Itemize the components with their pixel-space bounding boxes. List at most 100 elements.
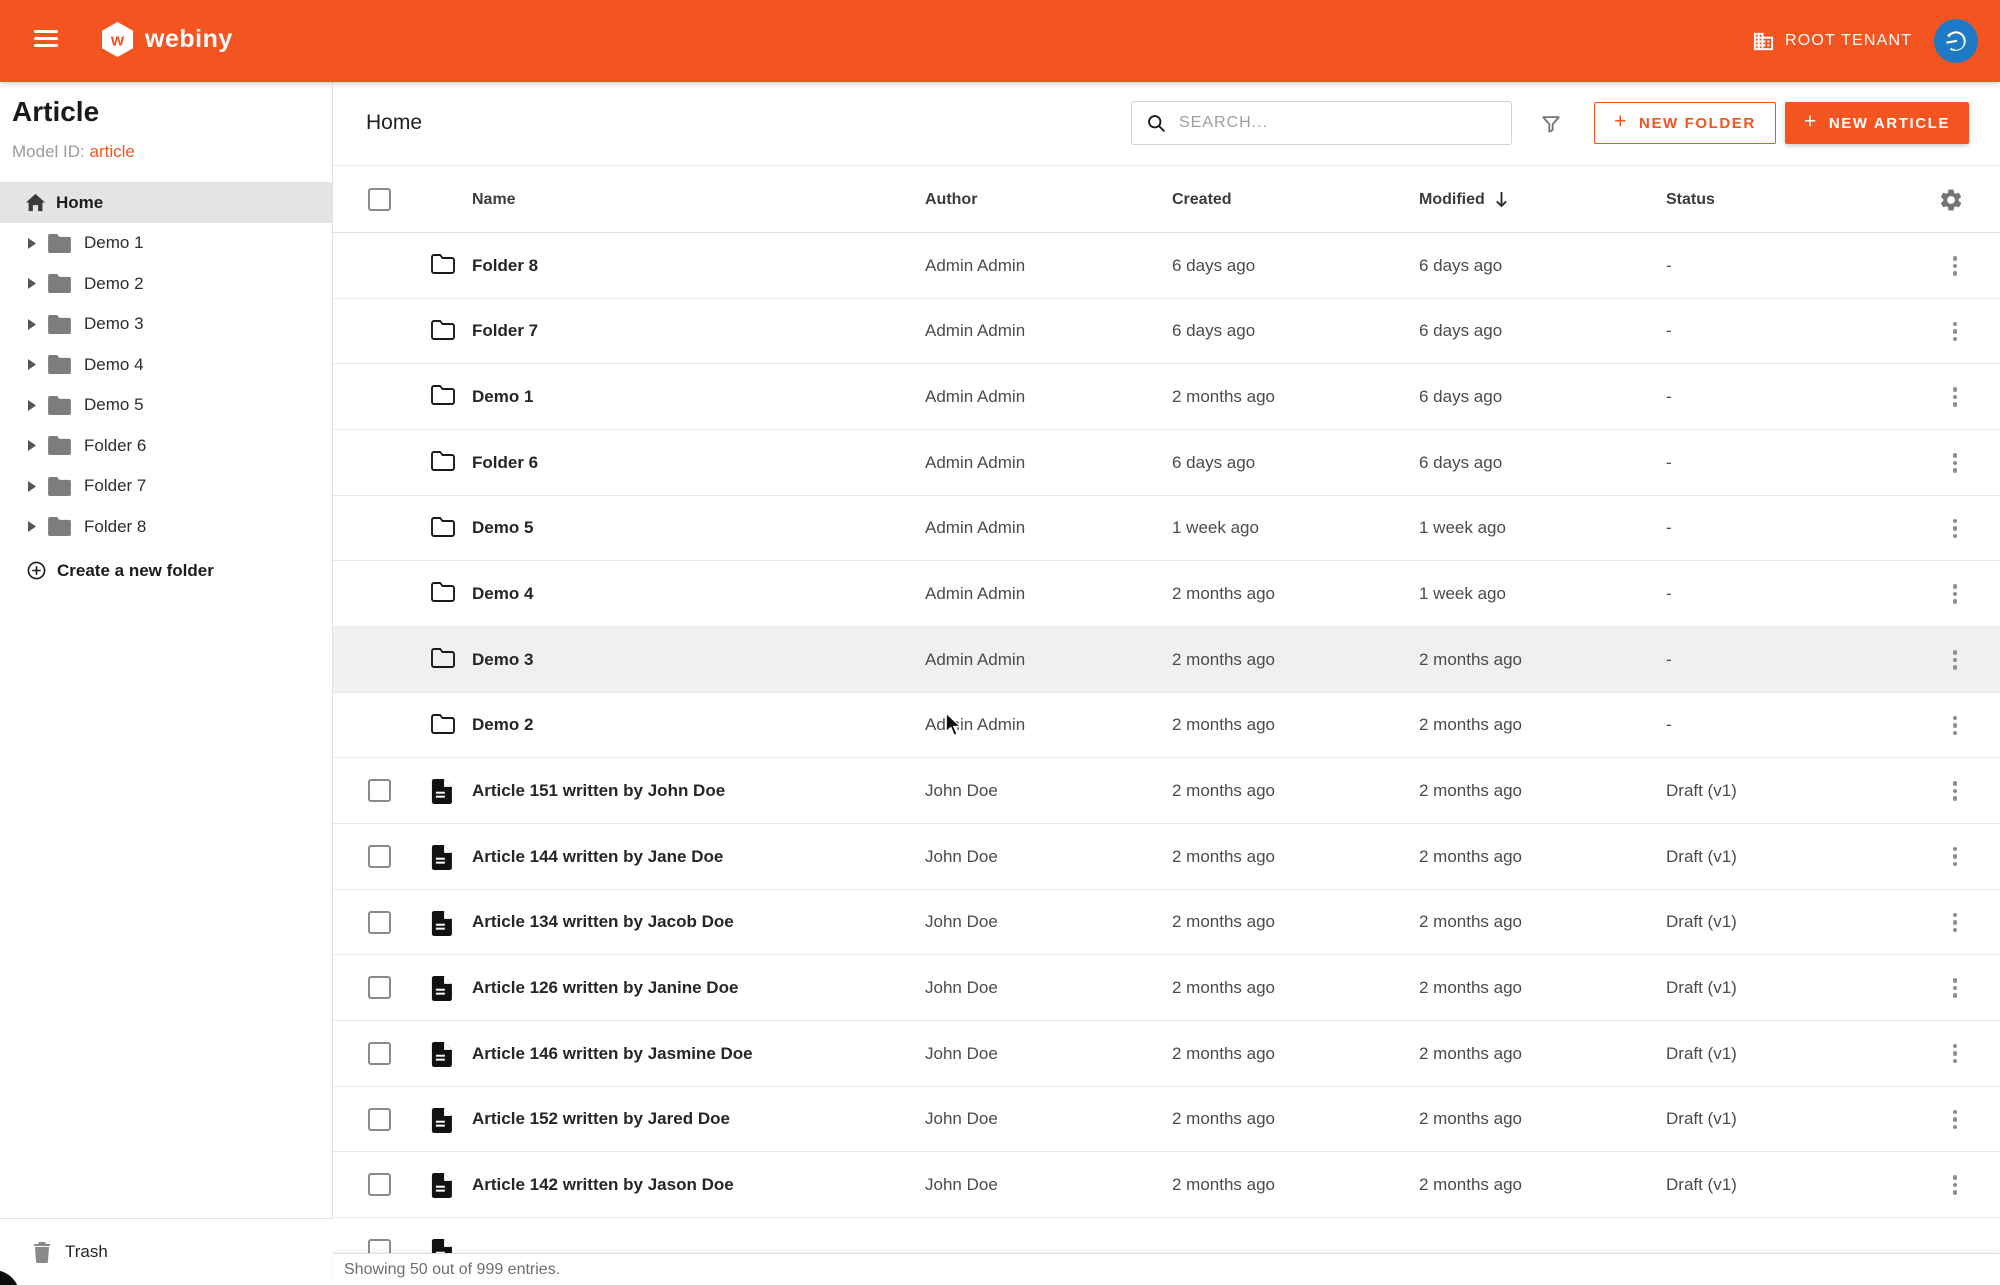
row-menu-kebab-icon[interactable] bbox=[1943, 1152, 1967, 1218]
table-row[interactable]: Folder 6 Admin Admin 6 days ago 6 days a… bbox=[333, 430, 2000, 496]
chevron-right-icon[interactable] bbox=[28, 238, 36, 249]
row-name[interactable]: Article 142 written by Jason Doe bbox=[472, 1152, 734, 1218]
row-menu-kebab-icon[interactable] bbox=[1943, 758, 1967, 824]
sidebar-item-home[interactable]: Home bbox=[0, 182, 333, 223]
table-row[interactable]: Article 152 written by Jared Doe John Do… bbox=[333, 1087, 2000, 1153]
sidebar-folder-label: Demo 3 bbox=[84, 314, 144, 334]
row-name[interactable]: Demo 3 bbox=[472, 627, 533, 693]
row-name[interactable]: Folder 8 bbox=[472, 233, 538, 299]
chevron-right-icon[interactable] bbox=[28, 359, 36, 370]
row-menu-kebab-icon[interactable] bbox=[1943, 430, 1967, 496]
table-settings-gear-icon[interactable] bbox=[1938, 187, 1964, 213]
row-checkbox[interactable] bbox=[368, 1108, 391, 1131]
row-checkbox[interactable] bbox=[368, 779, 391, 802]
row-name[interactable]: Article 146 written by Jasmine Doe bbox=[472, 1021, 753, 1087]
row-menu-kebab-icon[interactable] bbox=[1943, 890, 1967, 956]
row-author: Admin Admin bbox=[925, 233, 1025, 299]
sidebar-folder-item[interactable]: Demo 5 bbox=[0, 385, 333, 426]
chevron-right-icon[interactable] bbox=[28, 521, 36, 532]
row-menu-kebab-icon[interactable] bbox=[1943, 955, 1967, 1021]
row-menu-kebab-icon[interactable] bbox=[1943, 364, 1967, 430]
sidebar-folder-item[interactable]: Demo 2 bbox=[0, 264, 333, 305]
row-name[interactable]: Demo 2 bbox=[472, 693, 533, 759]
chevron-right-icon[interactable] bbox=[28, 481, 36, 492]
table-row[interactable]: Article 126 written by Janine Doe John D… bbox=[333, 955, 2000, 1021]
row-name[interactable]: Article 144 written by Jane Doe bbox=[472, 824, 723, 890]
row-name[interactable]: Article 151 written by John Doe bbox=[472, 758, 725, 824]
column-header-status[interactable]: Status bbox=[1666, 166, 1715, 233]
table-row[interactable]: Demo 3 Admin Admin 2 months ago 2 months… bbox=[333, 627, 2000, 693]
row-checkbox[interactable] bbox=[368, 1173, 391, 1196]
row-menu-kebab-icon[interactable] bbox=[1943, 824, 1967, 890]
row-status: Draft (v1) bbox=[1666, 1152, 1737, 1218]
table-row[interactable]: Demo 4 Admin Admin 2 months ago 1 week a… bbox=[333, 561, 2000, 627]
sidebar-folder-item[interactable]: Folder 8 bbox=[0, 507, 333, 548]
row-status: - bbox=[1666, 430, 1672, 496]
sidebar-folder-item[interactable]: Folder 6 bbox=[0, 426, 333, 467]
row-name[interactable]: Article 152 written by Jared Doe bbox=[472, 1087, 730, 1153]
row-name[interactable]: Article 126 written by Janine Doe bbox=[472, 955, 738, 1021]
row-checkbox[interactable] bbox=[368, 911, 391, 934]
table-row[interactable]: Article 151 written by John Doe John Doe… bbox=[333, 758, 2000, 824]
chevron-right-icon[interactable] bbox=[28, 400, 36, 411]
chevron-right-icon[interactable] bbox=[28, 278, 36, 289]
table-row[interactable]: Article 144 written by Jane Doe John Doe… bbox=[333, 824, 2000, 890]
select-all-checkbox[interactable] bbox=[368, 188, 391, 211]
row-author: John Doe bbox=[925, 824, 998, 890]
table-row[interactable]: Article 146 written by Jasmine Doe John … bbox=[333, 1021, 2000, 1087]
user-avatar[interactable] bbox=[1934, 19, 1978, 63]
row-name[interactable]: Article 134 written by Jacob Doe bbox=[472, 890, 734, 956]
table-row[interactable]: Article 142 written by Jason Doe John Do… bbox=[333, 1152, 2000, 1218]
column-header-author[interactable]: Author bbox=[925, 166, 977, 233]
table-row[interactable]: Article 134 written by Jacob Doe John Do… bbox=[333, 890, 2000, 956]
sidebar-folder-item[interactable]: Demo 4 bbox=[0, 345, 333, 386]
column-header-name[interactable]: Name bbox=[472, 166, 516, 233]
sidebar-folder-item[interactable]: Folder 7 bbox=[0, 466, 333, 507]
row-menu-kebab-icon[interactable] bbox=[1943, 1087, 1967, 1153]
tenant-selector[interactable]: ROOT TENANT bbox=[1752, 0, 1912, 82]
row-name[interactable]: Demo 1 bbox=[472, 364, 533, 430]
row-status: - bbox=[1666, 364, 1672, 430]
column-header-modified[interactable]: Modified bbox=[1419, 166, 1509, 233]
search-input[interactable] bbox=[1179, 114, 1511, 132]
row-author: John Doe bbox=[925, 1087, 998, 1153]
table-row[interactable]: Demo 2 Admin Admin 2 months ago 2 months… bbox=[333, 693, 2000, 759]
row-name[interactable]: Folder 6 bbox=[472, 430, 538, 496]
row-checkbox[interactable] bbox=[368, 976, 391, 999]
table-row[interactable]: Folder 7 Admin Admin 6 days ago 6 days a… bbox=[333, 299, 2000, 365]
row-name[interactable]: Demo 5 bbox=[472, 496, 533, 562]
chevron-right-icon[interactable] bbox=[28, 440, 36, 451]
filter-icon[interactable] bbox=[1536, 109, 1566, 139]
row-menu-kebab-icon[interactable] bbox=[1943, 1021, 1967, 1087]
row-status: Draft (v1) bbox=[1666, 1021, 1737, 1087]
row-menu-kebab-icon[interactable] bbox=[1943, 693, 1967, 759]
new-folder-button[interactable]: + NEW FOLDER bbox=[1594, 102, 1776, 144]
app-bar: w webiny ROOT TENANT bbox=[0, 0, 2000, 82]
row-menu-kebab-icon[interactable] bbox=[1943, 233, 1967, 299]
row-modified: 2 months ago bbox=[1419, 890, 1522, 956]
create-folder-button[interactable]: Create a new folder bbox=[0, 550, 333, 591]
row-modified: 2 months ago bbox=[1419, 1021, 1522, 1087]
menu-icon[interactable] bbox=[34, 30, 58, 51]
row-name[interactable]: Demo 4 bbox=[472, 561, 533, 627]
row-checkbox[interactable] bbox=[368, 1042, 391, 1065]
row-menu-kebab-icon[interactable] bbox=[1943, 561, 1967, 627]
webiny-logo[interactable]: w webiny bbox=[102, 22, 233, 57]
model-id-value[interactable]: article bbox=[89, 142, 134, 161]
row-menu-kebab-icon[interactable] bbox=[1943, 496, 1967, 562]
column-header-created[interactable]: Created bbox=[1172, 166, 1232, 233]
table-row[interactable]: Demo 1 Admin Admin 2 months ago 6 days a… bbox=[333, 364, 2000, 430]
row-menu-kebab-icon[interactable] bbox=[1943, 627, 1967, 693]
chevron-right-icon[interactable] bbox=[28, 319, 36, 330]
sidebar-folder-item[interactable]: Demo 3 bbox=[0, 304, 333, 345]
sidebar-folder-item[interactable]: Demo 1 bbox=[0, 223, 333, 264]
row-checkbox[interactable] bbox=[368, 845, 391, 868]
row-name[interactable]: Folder 7 bbox=[472, 299, 538, 365]
new-article-button[interactable]: + NEW ARTICLE bbox=[1785, 102, 1969, 144]
search-icon bbox=[1146, 113, 1167, 134]
model-id-line: Model ID: article bbox=[12, 142, 135, 162]
table-row[interactable]: Demo 5 Admin Admin 1 week ago 1 week ago… bbox=[333, 496, 2000, 562]
row-menu-kebab-icon[interactable] bbox=[1943, 299, 1967, 365]
sidebar-item-trash[interactable]: Trash bbox=[0, 1218, 333, 1285]
table-row[interactable]: Folder 8 Admin Admin 6 days ago 6 days a… bbox=[333, 233, 2000, 299]
